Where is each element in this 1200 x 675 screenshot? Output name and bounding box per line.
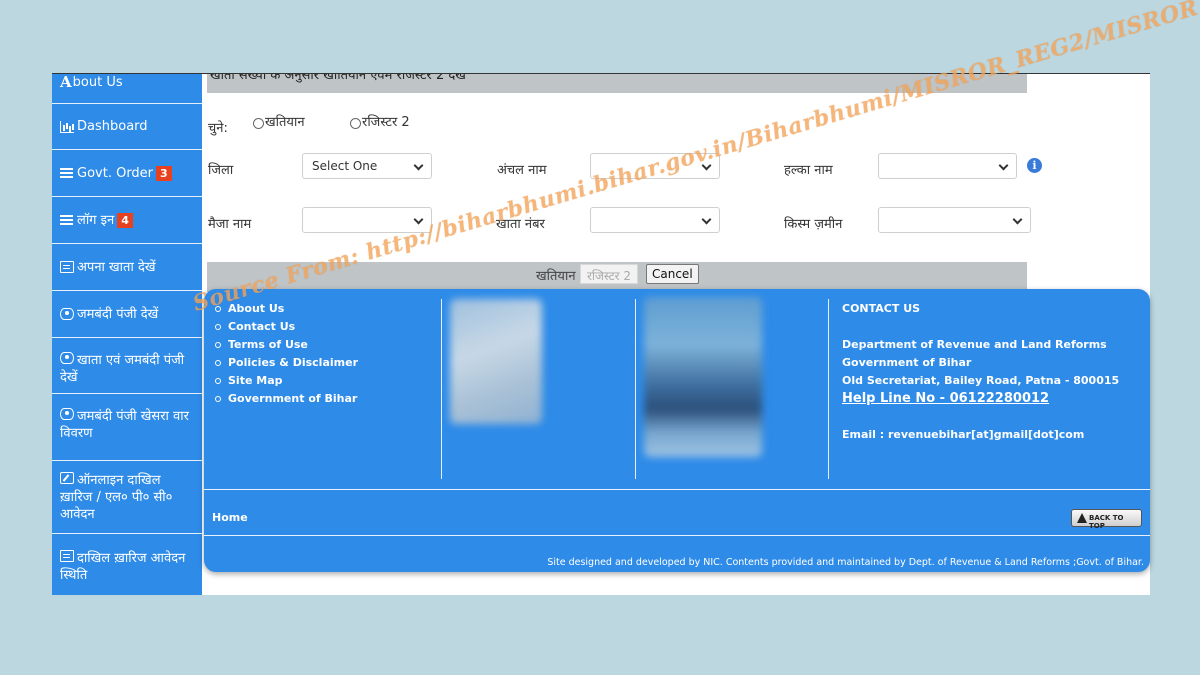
eye-icon — [60, 352, 74, 364]
info-icon[interactable]: i — [1027, 158, 1042, 173]
footer-link-about-us[interactable]: About Us — [214, 300, 358, 318]
sidebar-item-label: लॉग इन — [77, 212, 115, 228]
sidebar-item-online-mutation[interactable]: ऑनलाइन दाखिल ख़ारिज / एल० पी० सी० आवेदन — [52, 461, 202, 534]
footer-link-contact-us[interactable]: Contact Us — [214, 318, 358, 336]
district-selected-value: Select One — [312, 159, 378, 173]
register-button[interactable]: रजिस्टर 2 — [580, 264, 638, 284]
khata-select[interactable] — [590, 207, 720, 233]
sidebar-item-label: अपना खाता देखें — [77, 259, 156, 275]
halka-select[interactable] — [878, 153, 1017, 179]
eye-icon — [60, 308, 74, 320]
mauza-select[interactable] — [302, 207, 432, 233]
radio-khatiyan-label: खतियान — [265, 115, 305, 130]
sidebar-item-label: जमबंदी पंजी खेसरा वार विवरण — [60, 409, 189, 441]
land-type-label: किस्म ज़मीन — [784, 217, 843, 232]
footer-link-government-bihar[interactable]: Government of Bihar — [214, 390, 358, 408]
card-icon — [60, 550, 74, 562]
list-icon — [60, 214, 74, 226]
cancel-button[interactable]: Cancel — [646, 264, 699, 284]
sidebar-item-khata-jamabandi[interactable]: खाता एवं जमबंदी पंजी देखें — [52, 338, 202, 394]
footer-link-site-map[interactable]: Site Map — [214, 372, 358, 390]
sidebar-item-label: bout Us — [72, 75, 123, 90]
district-select[interactable]: Select One — [302, 153, 432, 179]
sidebar-item-dashboard[interactable]: Dashboard — [52, 104, 202, 150]
edit-icon — [60, 472, 74, 484]
halka-label: हल्का नाम — [784, 163, 833, 178]
card-icon — [60, 261, 74, 273]
count-badge: 4 — [117, 212, 133, 228]
sidebar-item-mutation-status[interactable]: दाखिल ख़ारिज आवेदन स्थिति — [52, 534, 202, 594]
footer-separator — [204, 489, 1150, 490]
contact-block: CONTACT US Department of Revenue and Lan… — [842, 300, 1119, 444]
district-label: जिला — [208, 163, 234, 178]
footer-divider — [828, 299, 829, 479]
list-icon — [60, 167, 74, 179]
sidebar-item-govt-order[interactable]: Govt. Order 3 — [52, 150, 202, 197]
contact-address: Old Secretariat, Bailey Road, Patna - 80… — [842, 374, 1120, 387]
blurred-image — [450, 299, 542, 424]
contact-heading: CONTACT US — [842, 302, 921, 315]
footer-separator — [204, 535, 1150, 536]
sidebar-item-label: खाता एवं जमबंदी पंजी देखें — [60, 353, 185, 385]
home-link[interactable]: Home — [212, 511, 248, 524]
circle-label: अंचल नाम — [497, 163, 547, 178]
count-badge: 3 — [156, 165, 172, 181]
sidebar-item-label: Govt. Order — [77, 165, 154, 181]
radio-register-label: रजिस्टर 2 — [362, 115, 410, 130]
page-title: खाता संख्या के अनुसार खातियान एवम रजिस्ट… — [207, 74, 1027, 93]
radio-register[interactable] — [350, 118, 361, 129]
chart-icon — [60, 120, 74, 133]
back-to-top-button[interactable]: BACK TO TOP — [1071, 509, 1142, 530]
footer-links: About Us Contact Us Terms of Use Policie… — [214, 300, 358, 408]
circle-select[interactable] — [590, 153, 720, 179]
choose-label: चुने: — [208, 121, 228, 136]
sidebar: A bout Us Dashboard Govt. Order 3 लॉग इन 4… — [52, 74, 202, 595]
khatiyan-text: खतियान — [536, 269, 576, 284]
sidebar-item-my-account[interactable]: अपना खाता देखें — [52, 244, 202, 291]
contact-department: Department of Revenue and Land Reforms — [842, 338, 1107, 351]
footer: About Us Contact Us Terms of Use Policie… — [204, 289, 1150, 572]
letter-a-icon: A — [60, 73, 72, 91]
footer-link-terms[interactable]: Terms of Use — [214, 336, 358, 354]
contact-government: Government of Bihar — [842, 356, 972, 369]
sidebar-item-about-us[interactable]: A bout Us — [52, 74, 202, 104]
khata-label: खाता नंबर — [496, 217, 545, 232]
sidebar-item-login[interactable]: लॉग इन 4 — [52, 197, 202, 244]
helpline-link[interactable]: Help Line No - 06122280012 — [842, 390, 1119, 408]
sidebar-item-label: जमबंदी पंजी देखें — [77, 306, 159, 322]
footer-divider — [635, 299, 636, 479]
sidebar-item-label: Dashboard — [77, 119, 148, 134]
sidebar-item-khesra[interactable]: जमबंदी पंजी खेसरा वार विवरण — [52, 394, 202, 461]
mauza-label: मैजा नाम — [208, 217, 252, 232]
sidebar-item-jamabandi[interactable]: जमबंदी पंजी देखें — [52, 291, 202, 338]
blurred-image — [644, 297, 762, 457]
land-type-select[interactable] — [878, 207, 1031, 233]
footer-credits: Site designed and developed by NIC. Cont… — [547, 557, 1144, 568]
radio-khatiyan[interactable] — [253, 118, 264, 129]
footer-link-policies[interactable]: Policies & Disclaimer — [214, 354, 358, 372]
sidebar-item-label: ऑनलाइन दाखिल ख़ारिज / एल० पी० सी० आवेदन — [60, 473, 173, 522]
contact-email: Email : revenuebihar[at]gmail[dot]com — [842, 428, 1085, 441]
eye-icon — [60, 408, 74, 420]
sidebar-item-label: दाखिल ख़ारिज आवेदन स्थिति — [60, 551, 186, 583]
footer-divider — [441, 299, 442, 479]
